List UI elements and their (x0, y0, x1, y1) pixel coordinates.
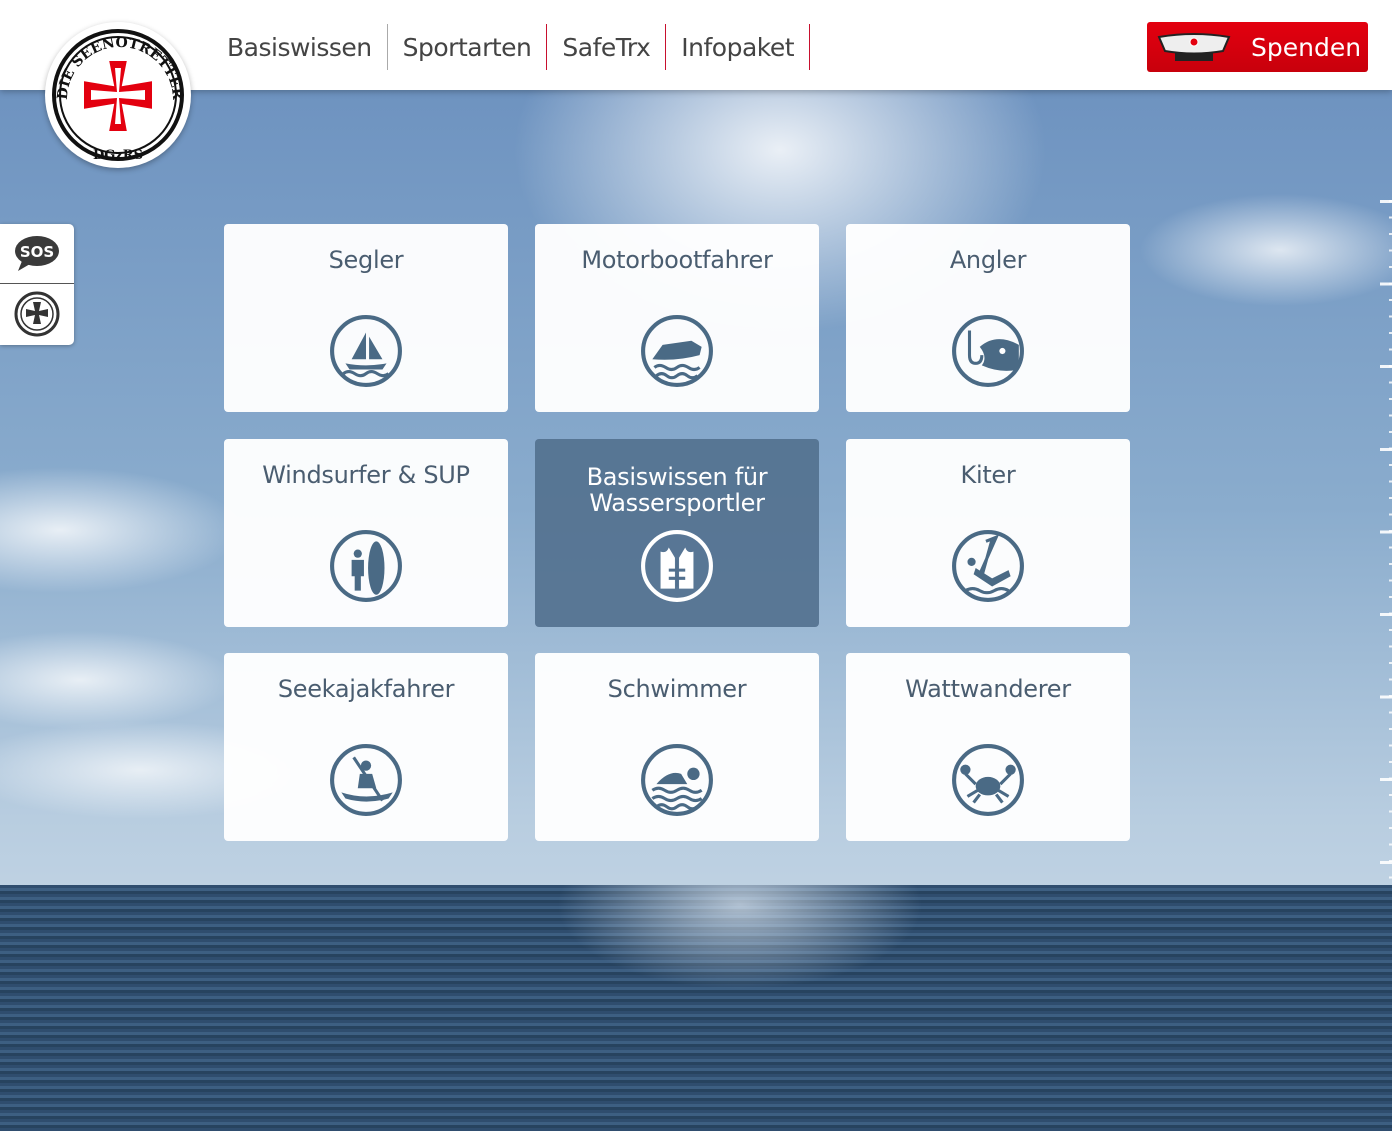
card-motorbootfahrer[interactable]: Motorbootfahrer (535, 224, 819, 412)
sos-button[interactable]: SOS (0, 224, 74, 284)
header: Basiswissen Sportarten SafeTrx Infopaket… (0, 0, 1392, 90)
logo-emblem: DIE SEENOTRETTER DGzRS (52, 29, 185, 163)
fish-hook-icon (952, 315, 1024, 387)
svg-text:SOS: SOS (20, 243, 54, 261)
sos-bubble-icon: SOS (15, 235, 59, 271)
donate-label: Spenden (1251, 32, 1362, 62)
card-segler[interactable]: Segler (224, 224, 508, 412)
card-schwimmer[interactable]: Schwimmer (535, 653, 819, 841)
kayak-icon (330, 744, 402, 816)
nav-basiswissen[interactable]: Basiswissen (212, 24, 388, 70)
card-title: Angler (949, 246, 1027, 274)
donate-button[interactable]: Spenden (1147, 22, 1368, 72)
card-windsurfer-sup[interactable]: Windsurfer & SUP (224, 439, 508, 627)
card-title: Wattwanderer (905, 675, 1071, 703)
nav-sportarten[interactable]: Sportarten (388, 24, 548, 70)
swimmer-icon (641, 744, 713, 816)
card-wattwanderer[interactable]: Wattwanderer (846, 653, 1130, 841)
sea-background (0, 885, 1392, 1131)
card-title: Schwimmer (607, 675, 747, 703)
nav-infopaket[interactable]: Infopaket (666, 24, 811, 70)
nav-safetrx[interactable]: SafeTrx (547, 24, 667, 70)
main-nav: Basiswissen Sportarten SafeTrx Infopaket (212, 24, 811, 70)
card-title: Segler (328, 246, 404, 274)
crab-icon (952, 744, 1024, 816)
card-seekajakfahrer[interactable]: Seekajakfahrer (224, 653, 508, 841)
motorboat-icon (641, 315, 713, 387)
card-angler[interactable]: Angler (846, 224, 1130, 412)
surfer-icon (330, 530, 402, 602)
card-basiswissen-für-wassersportler[interactable]: Basiswissen für Wassersportler (535, 439, 819, 627)
life-vest-icon (641, 530, 713, 602)
dgzrs-cross-button[interactable] (0, 284, 74, 344)
sailboat-icon (330, 315, 402, 387)
svg-text:DGzRS: DGzRS (93, 148, 143, 163)
dgzrs-logo[interactable]: DIE SEENOTRETTER DGzRS (45, 22, 191, 168)
kiter-icon (952, 530, 1024, 602)
side-toolbar: SOS (0, 224, 74, 345)
cross-emblem-icon (14, 291, 60, 337)
card-title: Motorbootfahrer (581, 246, 773, 274)
lifeboat-icon (1157, 33, 1231, 61)
card-kiter[interactable]: Kiter (846, 439, 1130, 627)
card-title: Basiswissen für Wassersportler (586, 463, 768, 517)
card-title: Windsurfer & SUP (262, 461, 470, 489)
card-title: Seekajakfahrer (277, 675, 455, 703)
card-title: Kiter (960, 461, 1016, 489)
